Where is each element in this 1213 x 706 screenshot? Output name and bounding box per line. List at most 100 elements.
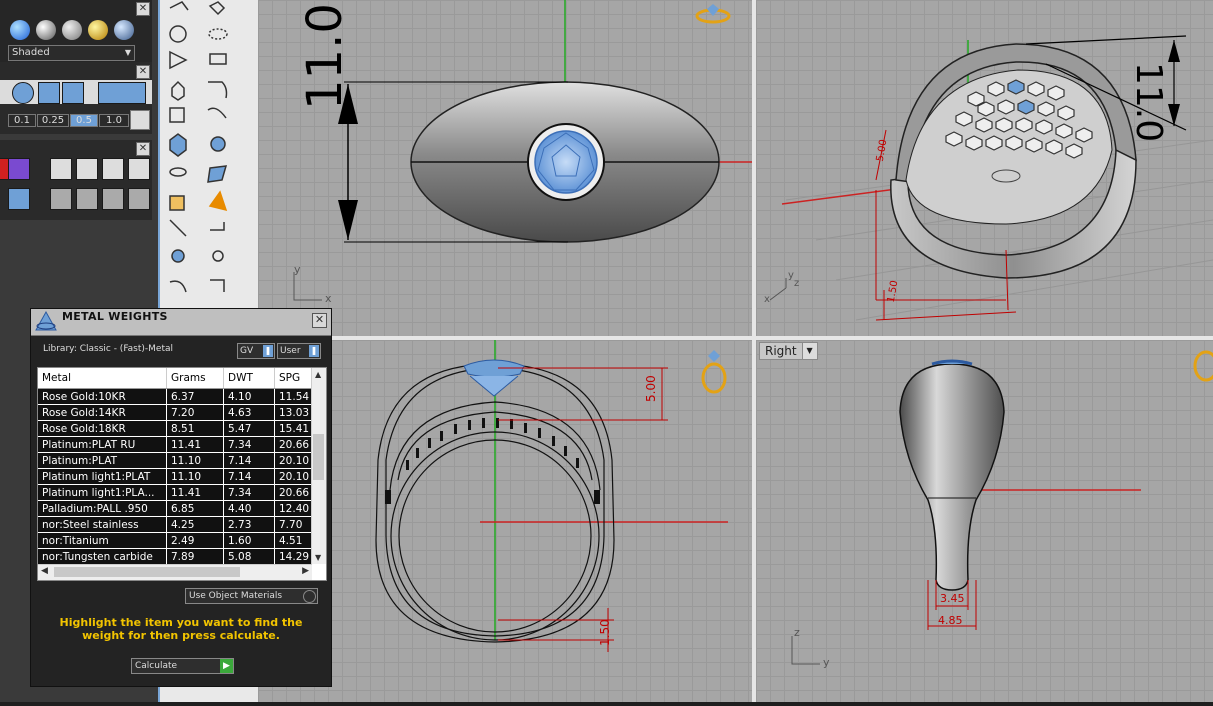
- grams-cell: 6.85: [166, 500, 224, 517]
- horizontal-scrollbar[interactable]: ◀ ▶: [38, 564, 312, 580]
- delete-tool-icon[interactable]: [128, 158, 150, 180]
- xray-ball-icon[interactable]: [114, 20, 134, 40]
- table-row[interactable]: Platinum:PLAT 11.10 7.14 20.10: [38, 452, 324, 469]
- use-object-materials-select[interactable]: Use Object Materials: [185, 588, 318, 604]
- column-header[interactable]: DWT: [223, 368, 275, 389]
- curve-icon: [169, 1, 189, 11]
- table-row[interactable]: Rose Gold:10KR 6.37 4.10 11.54: [38, 388, 324, 405]
- dwt-cell: 7.14: [223, 468, 275, 485]
- pave-icon[interactable]: [102, 188, 124, 210]
- metal-cell: Platinum light1:PLAT: [38, 468, 167, 485]
- column-header[interactable]: Metal: [38, 368, 167, 389]
- dwt-cell: 1.60: [223, 532, 275, 549]
- grams-cell: 11.10: [166, 452, 224, 469]
- scroll-left-icon[interactable]: ◀: [41, 566, 48, 576]
- gem-tool-icon[interactable]: [50, 158, 72, 180]
- shank-icon[interactable]: [128, 188, 150, 210]
- snap-mid-icon[interactable]: [62, 82, 84, 104]
- cube-icon[interactable]: [8, 158, 30, 180]
- gold-ball-icon[interactable]: [88, 20, 108, 40]
- user-toggle[interactable]: User ❚: [277, 343, 321, 359]
- dialog-title-bar[interactable]: METAL WEIGHTS ✕: [31, 309, 331, 336]
- display-mode-select[interactable]: Shaded ▼: [8, 45, 135, 61]
- viewport-front[interactable]: 5.00 1.50: [258, 340, 752, 702]
- column-header[interactable]: Grams: [166, 368, 224, 389]
- viewport-top[interactable]: 11.0 y x: [258, 0, 752, 336]
- panel-close-icon[interactable]: ✕: [136, 65, 150, 79]
- metal-cell: Platinum:PLAT RU: [38, 436, 167, 453]
- table-row[interactable]: Platinum light1:PLA... 11.41 7.34 20.66: [38, 484, 324, 501]
- scroll-down-icon[interactable]: ▼: [315, 553, 321, 562]
- metal-cell: Rose Gold:10KR: [38, 388, 167, 405]
- metal-cell: nor:Steel stainless: [38, 516, 167, 533]
- grams-cell: 4.25: [166, 516, 224, 533]
- table-row[interactable]: nor:Titanium 2.49 1.60 4.51: [38, 532, 324, 549]
- table-row[interactable]: Platinum:PLAT RU 11.41 7.34 20.66: [38, 436, 324, 453]
- metal-grid: Metal Grams DWT SPG Rose Gold:10KR 6.37 4.…: [38, 368, 324, 565]
- table-row[interactable]: nor:Steel stainless 4.25 2.73 7.70: [38, 516, 324, 533]
- split-icon: [169, 219, 187, 237]
- place-tool-icon[interactable]: [76, 158, 98, 180]
- metal-cell: nor:Tungsten carbide: [38, 548, 167, 565]
- ellipse-icon: [208, 28, 228, 40]
- scroll-thumb[interactable]: [313, 434, 324, 480]
- scroll-thumb[interactable]: [54, 567, 240, 577]
- user-label: User: [280, 346, 301, 356]
- table-row[interactable]: Platinum light1:PLAT 11.10 7.14 20.10: [38, 468, 324, 485]
- table-row[interactable]: nor:Tungsten carbide 7.89 5.08 14.29: [38, 548, 324, 565]
- axis-label-x: x: [325, 292, 332, 305]
- prong-icon[interactable]: [50, 188, 72, 210]
- calculate-button[interactable]: Calculate ▶: [131, 658, 234, 674]
- metal-table: Metal Grams DWT SPG Rose Gold:10KR 6.37 4.…: [37, 367, 327, 581]
- radio-icon[interactable]: [303, 590, 316, 603]
- panel-close-icon[interactable]: ✕: [136, 142, 150, 156]
- trim-icon: [210, 222, 225, 231]
- perspective-view-drawing: [769, 35, 1213, 321]
- metal-cell: Platinum:PLAT: [38, 452, 167, 469]
- grams-cell: 2.49: [166, 532, 224, 549]
- snap-value[interactable]: 1.0: [99, 114, 129, 127]
- grams-cell: 11.41: [166, 484, 224, 501]
- rectangle-icon: [209, 53, 227, 65]
- copy-tool-icon[interactable]: [102, 158, 124, 180]
- table-row[interactable]: Rose Gold:18KR 8.51 5.47 15.41: [38, 420, 324, 437]
- gv-toggle[interactable]: GV ❚: [237, 343, 275, 359]
- dimension-label: 11.0: [297, 3, 353, 110]
- snap-value[interactable]: 0.25: [37, 114, 69, 127]
- snap-value[interactable]: 0.1: [8, 114, 36, 127]
- snap-end-icon[interactable]: [98, 82, 146, 104]
- viewport-perspective[interactable]: 11.0 5.00 1.50 y z x: [756, 0, 1213, 336]
- grid-icon[interactable]: [130, 110, 150, 130]
- render-ball-icon[interactable]: [36, 20, 56, 40]
- fillet-icon: [169, 280, 187, 293]
- ghost-ball-icon[interactable]: [62, 20, 82, 40]
- solid-box-icon: [169, 133, 187, 157]
- shaded-ball-icon[interactable]: [10, 20, 30, 40]
- display-panel: ✕ Shaded ▼: [0, 0, 152, 68]
- scroll-up-icon[interactable]: ▲: [315, 370, 321, 379]
- blend-icon: [207, 107, 227, 119]
- table-row[interactable]: Palladium:PALL .950 6.85 4.40 12.40: [38, 500, 324, 517]
- scroll-right-icon[interactable]: ▶: [302, 566, 309, 576]
- viewport-divider-horizontal[interactable]: [258, 336, 1213, 340]
- viewport-divider-vertical[interactable]: [752, 0, 756, 702]
- table-row[interactable]: Rose Gold:14KR 7.20 4.63 13.03: [38, 404, 324, 421]
- snap-point-icon[interactable]: [38, 82, 60, 104]
- viewport-right[interactable]: Right ▼ 3.45 4.85 z y: [756, 340, 1213, 702]
- right-view-drawing: [791, 350, 1213, 665]
- sphere-icon: [210, 136, 226, 152]
- bezel-icon[interactable]: [76, 188, 98, 210]
- metal-cell: Platinum light1:PLA...: [38, 484, 167, 501]
- polygon-icon: [171, 80, 185, 101]
- boolean-icon: [171, 249, 185, 263]
- panel-close-icon[interactable]: ✕: [136, 2, 150, 16]
- explode-icon: [169, 195, 185, 211]
- dwt-cell: 2.73: [223, 516, 275, 533]
- close-icon[interactable]: ✕: [312, 313, 327, 328]
- snap-target-icon[interactable]: [12, 82, 34, 104]
- layer-icon[interactable]: [8, 188, 30, 210]
- snap-toolbar: [0, 80, 152, 104]
- vertical-scrollbar[interactable]: ▲ ▼: [311, 368, 326, 564]
- snap-value[interactable]: 0.5: [70, 114, 98, 127]
- grams-cell: 7.20: [166, 404, 224, 421]
